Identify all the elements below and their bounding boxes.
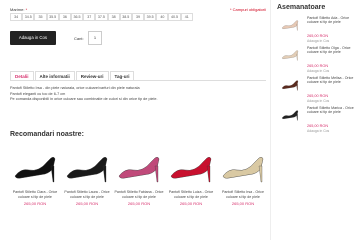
- sidebar-item-thumb[interactable]: [277, 46, 303, 62]
- size-option[interactable]: 34.5: [22, 13, 35, 21]
- size-option[interactable]: 35: [34, 13, 47, 21]
- product-price: 265,00 RON: [127, 201, 151, 207]
- sidebar-item-thumb[interactable]: [277, 76, 303, 92]
- tab-review-uri[interactable]: Review-uri: [75, 71, 109, 80]
- tab-detalii[interactable]: Detalii: [10, 71, 34, 80]
- product-name[interactable]: Pantofi Stiletto Luiza - Orice culoare s…: [166, 190, 216, 199]
- product-price: 265,00 RON: [179, 201, 203, 207]
- quantity-input[interactable]: 1: [88, 31, 102, 45]
- product-card[interactable]: Pantofi Stiletto Fabiana - Orice culoare…: [114, 146, 164, 226]
- sidebar-similar: Asemanatoare Pantofi Stiletto Ada - Oric…: [270, 0, 360, 240]
- shoe-image: [281, 80, 299, 91]
- sidebar-item-thumb[interactable]: [277, 16, 303, 32]
- sidebar-item[interactable]: Pantofi Stiletto Melisa - Orice culoare …: [277, 74, 359, 104]
- sidebar-item-thumb[interactable]: [277, 106, 303, 122]
- size-selector: 34 34.5 35 35.5 36 36.5 37 37.5 38 38.5 39 39.5 40 40…: [10, 13, 193, 21]
- product-name[interactable]: Pantofi Stiletto Laura - Orice culoare s…: [62, 190, 112, 199]
- product-description: Pantofi Stiletto Irsa - din piele natura…: [10, 86, 266, 103]
- product-price: 265,00 RON: [23, 201, 47, 207]
- tab-tag-uri[interactable]: Tag-uri: [109, 71, 135, 80]
- size-option[interactable]: 40.5: [168, 13, 181, 21]
- shoe-image: [281, 20, 299, 31]
- product-card[interactable]: Pantofi Stiletto Clara - Orice culoare s…: [10, 146, 60, 226]
- size-option[interactable]: 36: [58, 13, 71, 21]
- shoe-image: [281, 110, 299, 121]
- sidebar-item-price: 265,00 RON: [307, 94, 329, 98]
- product-image[interactable]: [219, 146, 267, 186]
- size-option[interactable]: 40: [156, 13, 169, 21]
- product-image[interactable]: [167, 146, 215, 186]
- sidebar-item-add-link[interactable]: Adauga in Cos: [307, 69, 329, 73]
- sidebar-list: Pantofi Stiletto Ada - Orice culoare si …: [277, 14, 359, 134]
- sidebar-item-price: 265,00 RON: [307, 64, 329, 68]
- shoe-image: [281, 50, 299, 61]
- size-option[interactable]: 38.5: [119, 13, 132, 21]
- tab-alte-informatii[interactable]: Alte informatii: [34, 71, 75, 80]
- size-option[interactable]: 35.5: [46, 13, 59, 21]
- sidebar-item-price: 265,00 RON: [307, 124, 329, 128]
- product-image[interactable]: [115, 146, 163, 186]
- size-option[interactable]: 37: [83, 13, 96, 21]
- quantity-label: Cant:: [74, 36, 84, 41]
- size-option[interactable]: 37.5: [95, 13, 108, 21]
- product-name[interactable]: Pantofi Stiletto Clara - Orice culoare s…: [10, 190, 60, 199]
- product-name[interactable]: Pantofi Stiletto Fabiana - Orice culoare…: [114, 190, 164, 199]
- sidebar-title: Asemanatoare: [277, 4, 326, 11]
- product-price: 265,00 RON: [75, 201, 99, 207]
- recommended-title: Recomandari noastre:: [10, 131, 84, 138]
- sidebar-item-add-link[interactable]: Adauga in Cos: [307, 99, 329, 103]
- sidebar-item-name[interactable]: Pantofi Stiletto Marica - Orice culoare …: [307, 106, 359, 115]
- sidebar-item-add-link[interactable]: Adauga in Cos: [307, 39, 329, 43]
- shoe-image: [222, 157, 264, 183]
- sidebar-item[interactable]: Pantofi Stiletto Olga - Orice culoare si…: [277, 44, 359, 74]
- add-to-cart-button[interactable]: Adauga in Cos: [10, 31, 56, 45]
- product-tabs: Detalii Alte informatii Review-uri Tag-uri: [10, 71, 266, 81]
- product-card[interactable]: Pantofi Stiletto Luiza - Orice culoare s…: [166, 146, 216, 226]
- product-price: 265,00 RON: [231, 201, 255, 207]
- size-option[interactable]: 39: [131, 13, 145, 21]
- size-option[interactable]: 34: [10, 13, 23, 21]
- product-card[interactable]: Pantofi Stiletto Irsa - Orice culoare si…: [218, 146, 268, 226]
- sidebar-item-name[interactable]: Pantofi Stiletto Ada - Orice culoare si …: [307, 16, 359, 25]
- product-image[interactable]: [11, 146, 59, 186]
- recommended-products: Pantofi Stiletto Clara - Orice culoare s…: [10, 146, 268, 226]
- sidebar-item-add-link[interactable]: Adauga in Cos: [307, 129, 329, 133]
- sidebar-item-name[interactable]: Pantofi Stiletto Olga - Orice culoare si…: [307, 46, 359, 55]
- shoe-image: [118, 157, 160, 183]
- size-option[interactable]: 39.5: [144, 13, 157, 21]
- product-image[interactable]: [63, 146, 111, 186]
- size-option[interactable]: 41: [180, 13, 193, 21]
- product-name[interactable]: Pantofi Stiletto Irsa - Orice culoare si…: [218, 190, 268, 199]
- shoe-image: [66, 157, 108, 183]
- sidebar-item[interactable]: Pantofi Stiletto Ada - Orice culoare si …: [277, 14, 359, 44]
- sidebar-item-name[interactable]: Pantofi Stiletto Melisa - Orice culoare …: [307, 76, 359, 85]
- size-option[interactable]: 36.5: [70, 13, 84, 21]
- size-label: Marime: *: [10, 7, 28, 12]
- required-note: * Campuri obligatorii: [229, 7, 266, 12]
- sidebar-item-price: 265,00 RON: [307, 34, 329, 38]
- product-main: Marime: * * Campuri obligatorii 34 34.5 35…: [0, 0, 270, 240]
- shoe-image: [14, 157, 56, 183]
- sidebar-item[interactable]: Pantofi Stiletto Marica - Orice culoare …: [277, 104, 359, 134]
- size-option[interactable]: 38: [107, 13, 120, 21]
- product-card[interactable]: Pantofi Stiletto Laura - Orice culoare s…: [62, 146, 112, 226]
- shoe-image: [170, 157, 212, 183]
- description-line: Pe comanda disponibili in orice culoare …: [10, 97, 158, 101]
